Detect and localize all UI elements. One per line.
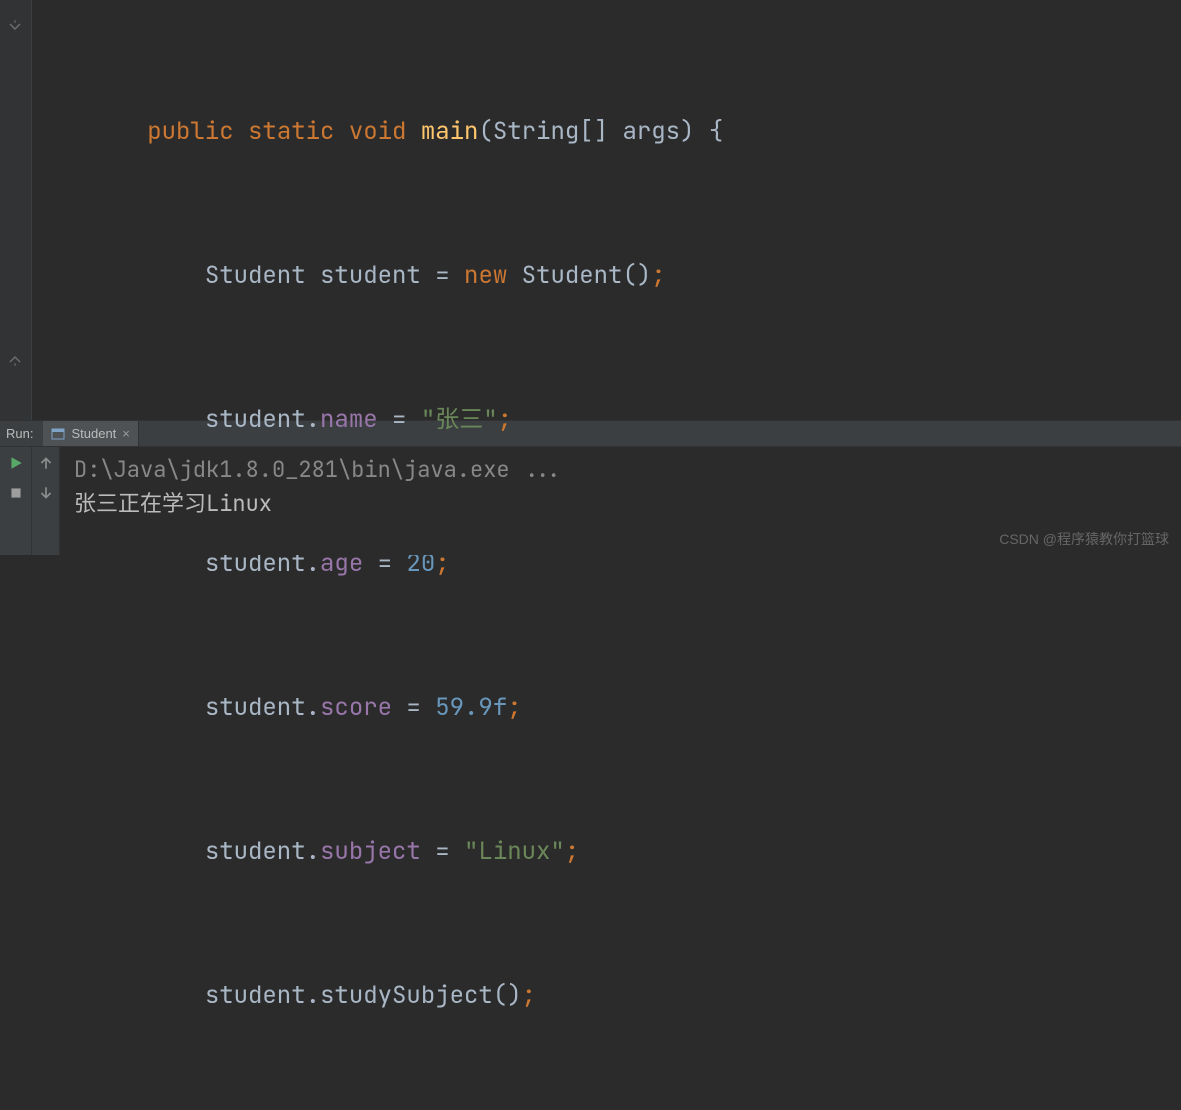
watermark: CSDN @程序猿教你打篮球	[999, 529, 1169, 549]
run-tab-name: Student	[71, 426, 116, 441]
code-line: student.studySubject();	[32, 972, 1181, 1020]
gutter	[0, 0, 32, 420]
close-icon[interactable]: ×	[122, 426, 130, 441]
app-icon	[51, 427, 65, 441]
navigation-toolbar	[32, 447, 60, 555]
editor-area: public static void main(String[] args) {…	[0, 0, 1181, 420]
fold-end-icon[interactable]	[8, 350, 22, 364]
fold-icon[interactable]	[8, 18, 22, 32]
stop-button[interactable]	[8, 485, 24, 501]
down-arrow-icon[interactable]	[38, 485, 54, 501]
console-line: D:\Java\jdk1.8.0_281\bin\java.exe ...	[74, 453, 1167, 487]
code-line: public static void main(String[] args) {	[32, 108, 1181, 156]
run-button[interactable]	[8, 455, 24, 471]
console-line: 张三正在学习Linux	[74, 487, 1167, 521]
code-editor[interactable]: public static void main(String[] args) {…	[32, 0, 1181, 420]
run-tab[interactable]: Student ×	[43, 421, 138, 446]
code-line: Student student = new Student();	[32, 252, 1181, 300]
run-toolbar	[0, 447, 32, 555]
code-line: student.score = 59.9f;	[32, 684, 1181, 732]
code-line: student.subject = "Linux";	[32, 828, 1181, 876]
up-arrow-icon[interactable]	[38, 455, 54, 471]
code-line: student.name = "张三";	[32, 396, 1181, 444]
run-label: Run:	[0, 426, 43, 441]
